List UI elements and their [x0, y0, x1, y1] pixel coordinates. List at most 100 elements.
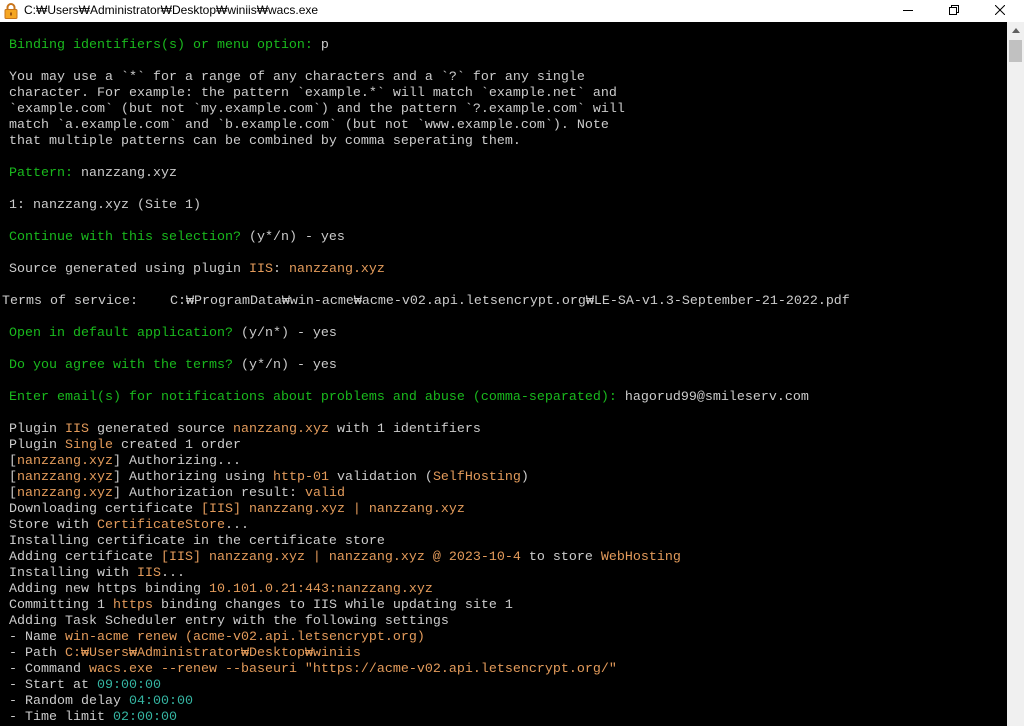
- console-line: that multiple patterns can be combined b…: [0, 134, 1007, 150]
- console-text: - Path: [9, 646, 65, 661]
- console-text: - Name: [9, 630, 65, 645]
- console-text: You may use a `*` for a range of any cha…: [9, 70, 585, 85]
- console-text: that multiple patterns can be combined b…: [9, 134, 521, 149]
- time-value: 02:00:00: [112, 710, 177, 725]
- console-text: p: [312, 38, 329, 53]
- highlight-text: nanzzang.xyz: [288, 262, 385, 277]
- console-text: - Random delay: [9, 694, 129, 709]
- highlight-text: IIS: [65, 422, 89, 437]
- prompt-text: Open in default application?: [9, 326, 233, 341]
- scroll-thumb[interactable]: [1009, 40, 1022, 62]
- minimize-button[interactable]: [885, 0, 931, 20]
- console-line: Adding new https binding 10.101.0.21:443…: [0, 582, 1007, 598]
- prompt-text: Enter email(s) for notifications about p…: [9, 390, 617, 405]
- highlight-text: Single: [65, 438, 113, 453]
- restore-button[interactable]: [931, 0, 977, 20]
- window-title: C:₩Users₩Administrator₩Desktop₩winiis₩wa…: [24, 3, 319, 17]
- console-text: ] Authorizing...: [112, 454, 241, 469]
- console-text: ...: [160, 566, 185, 581]
- vertical-scrollbar[interactable]: [1007, 22, 1024, 726]
- console-line: 1: nanzzang.xyz (Site 1): [0, 198, 1007, 214]
- time-value: 09:00:00: [96, 678, 161, 693]
- console-text: [: [9, 470, 17, 485]
- console-text: (y*/n) - yes: [240, 230, 345, 245]
- console-line: Store with CertificateStore...: [0, 518, 1007, 534]
- console-text: Store with: [9, 518, 97, 533]
- console-line: Source generated using plugin IIS: nanzz…: [0, 262, 1007, 278]
- console-text: ...: [224, 518, 249, 533]
- window-controls: [885, 0, 1023, 20]
- console-line: Adding certificate [IIS] nanzzang.xyz | …: [0, 550, 1007, 566]
- console-text: Installing certificate in the certificat…: [9, 534, 385, 549]
- scroll-track[interactable]: [1007, 39, 1024, 726]
- console-text: - Command: [9, 662, 89, 677]
- console-text: Adding new https binding: [9, 582, 209, 597]
- highlight-text: nanzzang.xyz: [17, 470, 113, 485]
- console-text: 1: nanzzang.xyz (Site 1): [9, 198, 201, 213]
- console-text: :: [272, 262, 289, 277]
- console-lines: Binding identifiers(s) or menu option: p…: [0, 38, 1007, 726]
- console-line: Do you agree with the terms? (y*/n) - ye…: [0, 358, 1007, 374]
- console-line: Enter email(s) for notifications about p…: [0, 390, 1007, 406]
- console-text: hagorud99@smileserv.com: [616, 390, 809, 405]
- console-text: Plugin: [9, 422, 65, 437]
- highlight-text: wacs.exe --renew --baseuri "https://acme…: [88, 662, 617, 677]
- console-line: - Path C:₩Users₩Administrator₩Desktop₩wi…: [0, 646, 1007, 662]
- console-text: generated source: [89, 422, 233, 437]
- console-text: [: [9, 454, 17, 469]
- console-text: to store: [520, 550, 601, 565]
- console-text: Adding Task Scheduler entry with the fol…: [9, 614, 449, 629]
- close-button[interactable]: [977, 0, 1023, 20]
- console-text: created 1 order: [113, 438, 241, 453]
- console-text: ): [520, 470, 529, 485]
- close-icon: [995, 5, 1005, 15]
- highlight-text: [IIS] nanzzang.xyz | nanzzang.xyz: [200, 502, 465, 517]
- highlight-text: IIS: [136, 566, 161, 581]
- console-line: - Name win-acme renew (acme-v02.api.lets…: [0, 630, 1007, 646]
- console-line: character. For example: the pattern `exa…: [0, 86, 1007, 102]
- console-line: Installing certificate in the certificat…: [0, 534, 1007, 550]
- console-text: match `a.example.com` and `b.example.com…: [9, 118, 609, 133]
- console-text: - Time limit: [9, 710, 113, 725]
- console-line: Terms of service: C:₩ProgramData₩win-acm…: [0, 294, 1007, 310]
- title-bar[interactable]: C:₩Users₩Administrator₩Desktop₩winiis₩wa…: [0, 0, 1024, 22]
- highlight-text: http-01: [272, 470, 329, 485]
- console-line: - Random delay 04:00:00: [0, 694, 1007, 710]
- time-value: 04:00:00: [128, 694, 193, 709]
- console-line: - Command wacs.exe --renew --baseuri "ht…: [0, 662, 1007, 678]
- highlight-text: win-acme renew (acme-v02.api.letsencrypt…: [65, 630, 425, 645]
- lock-icon: [4, 3, 18, 19]
- highlight-text: SelfHosting: [432, 470, 521, 485]
- console-text: nanzzang.xyz: [73, 166, 177, 181]
- prompt-text: Pattern:: [9, 166, 73, 181]
- console-text: Downloading certificate: [9, 502, 201, 517]
- console-text: validation (: [328, 470, 433, 485]
- console-line: You may use a `*` for a range of any cha…: [0, 70, 1007, 86]
- console-line: Binding identifiers(s) or menu option: p: [0, 38, 1007, 54]
- console-output[interactable]: Binding identifiers(s) or menu option: p…: [0, 22, 1007, 726]
- console-text: (y/n*) - yes: [232, 326, 337, 341]
- console-line: [nanzzang.xyz] Authorization result: val…: [0, 486, 1007, 502]
- minimize-icon: [903, 10, 913, 11]
- highlight-text: C:₩Users₩Administrator₩Desktop₩winiis: [65, 646, 361, 661]
- console-text: Adding certificate: [9, 550, 161, 565]
- console-line: [nanzzang.xyz] Authorizing using http-01…: [0, 470, 1007, 486]
- highlight-text: CertificateStore: [96, 518, 225, 533]
- console-line: - Start at 09:00:00: [0, 678, 1007, 694]
- console-text: Plugin: [9, 438, 65, 453]
- highlight-text: nanzzang.xyz: [17, 454, 113, 469]
- console-line: - Time limit 02:00:00: [0, 710, 1007, 726]
- console-line: Plugin IIS generated source nanzzang.xyz…: [0, 422, 1007, 438]
- console-line: Continue with this selection? (y*/n) - y…: [0, 230, 1007, 246]
- highlight-text: valid: [304, 486, 345, 501]
- console-line: match `a.example.com` and `b.example.com…: [0, 118, 1007, 134]
- scroll-up-button[interactable]: [1007, 22, 1024, 39]
